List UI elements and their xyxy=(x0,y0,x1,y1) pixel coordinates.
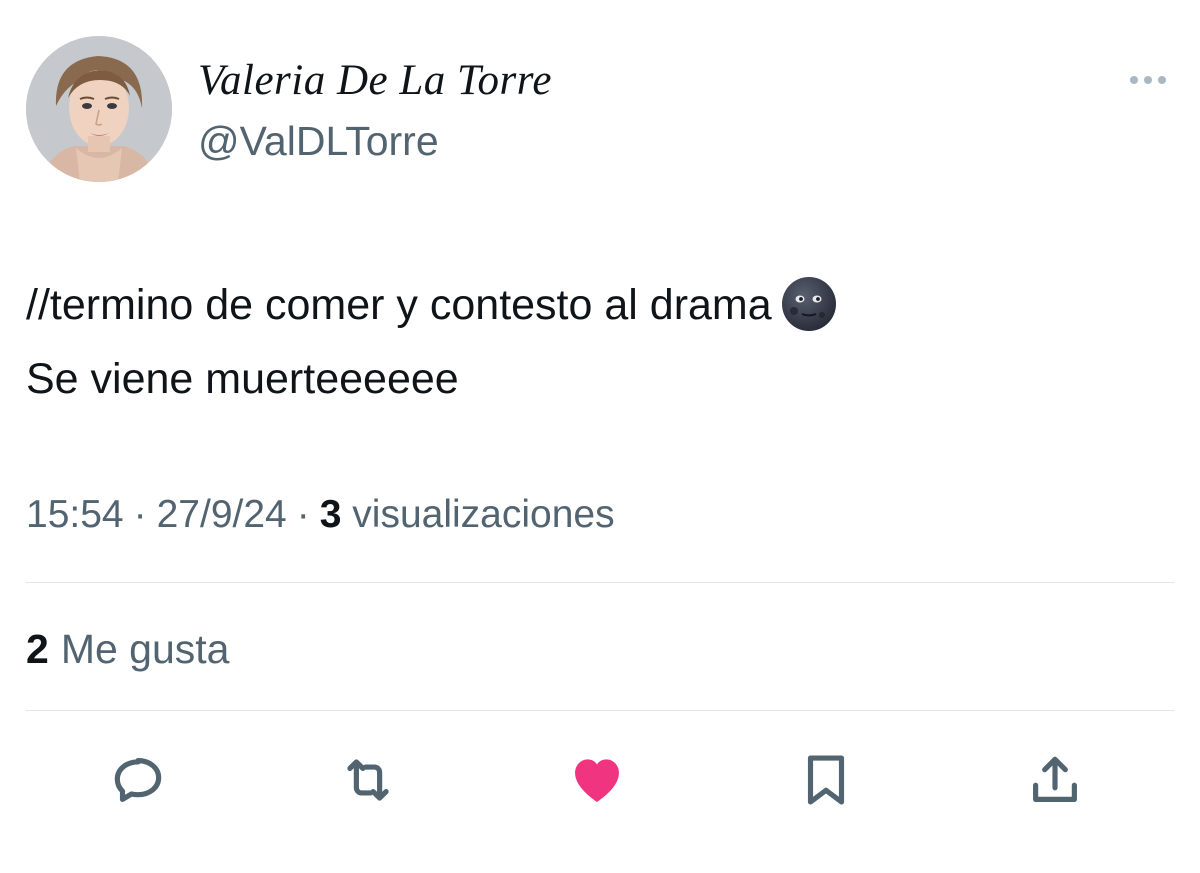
share-icon xyxy=(1033,756,1077,802)
tweet-time[interactable]: 15:54 xyxy=(26,493,124,536)
views-label: visualizaciones xyxy=(352,493,615,536)
avatar-photo xyxy=(26,36,172,182)
heart-filled-icon xyxy=(575,759,619,802)
new-moon-face-emoji xyxy=(780,275,838,333)
like-button[interactable] xyxy=(557,740,637,820)
bookmark-button[interactable] xyxy=(786,740,866,820)
likes-count: 2 xyxy=(26,626,49,672)
meta-separator: · xyxy=(133,493,147,536)
tweet-card: Valeria De La Torre @ValDLTorre //termin… xyxy=(0,0,1200,873)
avatar[interactable] xyxy=(26,36,172,182)
display-name[interactable]: Valeria De La Torre xyxy=(198,57,552,105)
more-horizontal-icon xyxy=(1130,76,1166,84)
retweet-button[interactable] xyxy=(328,740,408,820)
tweet-meta: 15:54 · 27/9/24 · 3 visualizaciones xyxy=(26,488,615,542)
divider xyxy=(26,582,1174,583)
divider xyxy=(26,710,1174,711)
reply-icon xyxy=(114,758,162,802)
likes-label: Me gusta xyxy=(60,626,230,672)
action-bar xyxy=(0,740,1200,820)
tweet-text: //termino de comer y contesto al drama S… xyxy=(26,268,1176,416)
tweet-text-line-1-content: //termino de comer y contesto al drama xyxy=(26,281,772,329)
share-button[interactable] xyxy=(1015,740,1095,820)
more-options-button[interactable] xyxy=(1122,62,1174,98)
views-count: 3 xyxy=(319,493,342,536)
reply-button[interactable] xyxy=(98,740,178,820)
retweet-icon xyxy=(347,759,389,801)
meta-separator: · xyxy=(296,493,310,536)
likes-stat[interactable]: 2 Me gusta xyxy=(26,622,229,676)
tweet-date[interactable]: 27/9/24 xyxy=(157,493,287,536)
bookmark-icon xyxy=(807,755,845,805)
user-handle[interactable]: @ValDLTorre xyxy=(198,117,439,165)
tweet-text-line-1: //termino de comer y contesto al drama xyxy=(26,268,1176,342)
tweet-text-line-2: Se viene muerteeeeee xyxy=(26,355,459,403)
